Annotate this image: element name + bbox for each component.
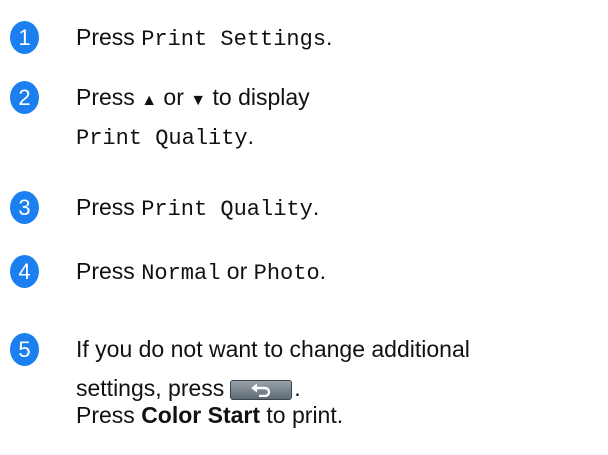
or-label: or [163,84,184,110]
press-label: Press [76,258,135,284]
step-4-text: Press Normal or Photo. [76,255,326,290]
period: . [326,24,333,50]
color-start-key: Color Start [141,402,261,428]
step-number-4: 4 [10,255,39,288]
step-5-text: If you do not want to change additional … [76,333,470,431]
print-settings-key: Print Settings [141,27,327,52]
to-print-label: to print. [266,402,344,428]
press-label: Press [76,194,135,220]
print-quality-key: Print Quality [141,197,313,222]
print-quality-key: Print Quality [76,126,248,151]
press-label: Press [76,84,135,110]
step-2-text: Press ▲ or ▼ to display Print Quality. [76,81,310,155]
normal-key: Normal [141,261,221,286]
period: . [247,123,255,149]
up-arrow-icon: ▲ [141,92,158,109]
step-5-line-1: If you do not want to change additional [76,336,470,362]
step-number-1: 1 [10,21,39,54]
step-number-2: 2 [10,81,39,114]
or-label: or [226,258,248,284]
step-3-text: Press Print Quality. [76,191,319,226]
press-label: Press [76,402,135,428]
period: . [312,194,320,220]
period: . [294,375,301,401]
down-arrow-icon: ▼ [190,92,207,109]
step-number-5: 5 [10,333,39,366]
photo-key: Photo [253,261,320,286]
step-number-3: 3 [10,191,39,224]
press-label: Press [76,24,135,50]
period: . [319,258,327,284]
settings-press-label: settings, press [76,375,225,401]
back-arrow-icon [230,379,293,400]
to-display-label: to display [212,84,310,110]
step-1-text: Press Print Settings. [76,21,332,56]
